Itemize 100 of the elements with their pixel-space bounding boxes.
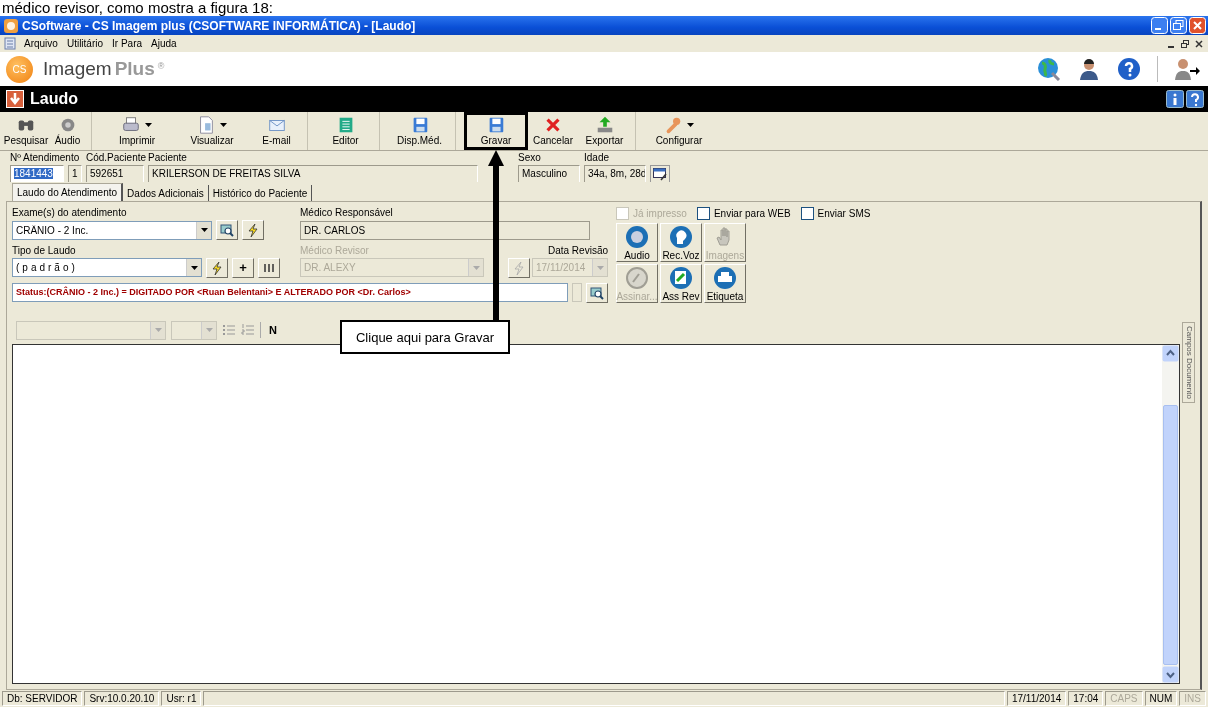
caret-icon <box>471 263 481 272</box>
columns-button[interactable] <box>258 257 280 278</box>
lightning-icon <box>512 260 526 275</box>
menu-item[interactable]: Ajuda <box>150 38 178 49</box>
magnifier-icon <box>590 285 604 300</box>
text-field[interactable]: 592651 <box>86 165 144 183</box>
caret-icon <box>199 226 209 234</box>
tab[interactable]: Laudo do Atendimento <box>12 183 124 201</box>
caret-icon <box>189 263 199 272</box>
caret-icon <box>204 326 214 334</box>
user-icon[interactable] <box>1077 57 1101 81</box>
toolbar-button[interactable]: Áudio <box>48 112 92 150</box>
search-monitor-button[interactable] <box>586 282 608 303</box>
lightning-icon <box>246 223 260 237</box>
field-label: Tipo de Laudo <box>12 244 77 257</box>
status-panel: NUM <box>1144 691 1178 706</box>
down-arrow-icon <box>6 90 24 108</box>
document-icon <box>4 37 16 50</box>
text-field[interactable]: DR. CARLOS <box>300 220 590 240</box>
close-button[interactable] <box>1194 38 1204 49</box>
action-button[interactable]: Ass Rev <box>660 264 702 303</box>
menu-item[interactable]: Ir Para <box>111 38 144 49</box>
printer-icon <box>713 265 737 290</box>
lightning-icon <box>210 260 224 275</box>
field-label: Cód.Paciente <box>86 152 147 164</box>
toolbar-button[interactable]: Configurar <box>644 112 714 150</box>
toolbar-button[interactable]: Pesquisar <box>4 112 48 150</box>
scroll-up-icon[interactable] <box>1162 345 1179 362</box>
globe-icon[interactable] <box>1037 57 1061 81</box>
text-field[interactable]: Masculino <box>518 165 580 183</box>
status-panel: Db: SERVIDOR <box>2 691 83 706</box>
calendar-icon <box>653 167 667 181</box>
field-label: Médico Revisor <box>300 244 370 257</box>
scroll-down-icon[interactable] <box>1162 666 1179 683</box>
caret-icon <box>144 121 153 129</box>
bold-button[interactable]: N <box>266 324 280 336</box>
toolbar-button[interactable]: Visualizar <box>174 112 250 150</box>
head-icon <box>669 224 693 249</box>
help-icon[interactable] <box>1117 57 1141 81</box>
search-monitor-button[interactable] <box>216 220 238 240</box>
status-panel: Usr: r1 <box>161 691 202 706</box>
toolbar-button[interactable]: Disp.Méd. <box>388 112 456 150</box>
toolbar-button[interactable]: Cancelar <box>528 112 578 150</box>
field-label: Nº Atendimento <box>10 152 80 164</box>
field-label: Médico Responsável <box>300 207 394 219</box>
toolbar-button[interactable]: Imprimir <box>100 112 174 150</box>
menu-item[interactable]: Arquivo <box>23 38 59 49</box>
callout: Clique aqui para Gravar <box>340 320 510 354</box>
status-panel: INS <box>1179 691 1206 706</box>
action-button[interactable]: Etiqueta <box>704 264 746 303</box>
text-field[interactable]: KRILERSON DE FREITAS SILVA <box>148 165 478 183</box>
text-field[interactable]: 34a, 8m, 28d <box>584 165 646 183</box>
pen-icon <box>669 265 693 290</box>
field-label: Data Revisão <box>546 244 608 257</box>
action-button[interactable]: Rec.Voz <box>660 223 702 262</box>
text-field[interactable]: 1 <box>68 165 82 183</box>
info-icon[interactable] <box>1166 90 1184 108</box>
caret-icon <box>219 121 228 129</box>
tab[interactable]: Dados Adicionais <box>123 185 209 201</box>
status-panel: Srv:10.0.20.10 <box>84 691 160 706</box>
action-button[interactable]: Audio <box>616 223 658 262</box>
status-panel: CAPS <box>1105 691 1143 706</box>
logo: CS <box>6 55 33 83</box>
caret-icon <box>595 263 605 272</box>
checkbox[interactable]: Enviar para WEB <box>696 207 791 220</box>
lightning-button[interactable] <box>242 220 264 240</box>
text-field[interactable]: 1841443 <box>10 165 64 183</box>
window-title: CSoftware - CS Imagem plus (CSOFTWARE INFORMÁTICA) - [Laudo] <box>22 18 417 33</box>
document-caption: médico revisor, como mostra a figura 18: <box>2 0 273 16</box>
disc-icon <box>625 224 649 249</box>
menu-item[interactable]: Utilitário <box>65 38 105 49</box>
scroll-thumb[interactable] <box>1163 405 1178 665</box>
caret-icon <box>686 121 695 129</box>
calendar-button[interactable] <box>650 165 670 183</box>
toolbar-button[interactable]: Exportar <box>578 112 636 150</box>
lightning-button[interactable] <box>508 257 530 278</box>
add-button[interactable]: + <box>232 257 254 278</box>
logout-icon[interactable] <box>1174 57 1200 81</box>
toolbar-button[interactable]: E-mail <box>250 112 308 150</box>
status-panel: 17:04 <box>1068 691 1104 706</box>
field-label: Idade <box>584 152 610 164</box>
registered-mark: ® <box>157 61 165 71</box>
checkbox[interactable]: Enviar SMS <box>800 207 871 220</box>
exam-dropdown[interactable]: CRÂNIO - 2 Inc. <box>12 220 212 240</box>
restore-button[interactable] <box>1180 38 1190 49</box>
tab[interactable]: Histórico do Paciente <box>208 185 313 201</box>
caret-icon <box>153 326 163 334</box>
brand-name: Imagem <box>43 58 112 80</box>
lightning-button[interactable] <box>206 257 228 278</box>
field-label: Exame(s) do atendimento <box>12 207 128 219</box>
brand-suffix: Plus <box>114 58 155 80</box>
seal-icon <box>625 265 649 290</box>
report-type-dropdown[interactable]: (padrão) <box>12 258 202 278</box>
field-label: Paciente <box>148 152 187 164</box>
help-icon[interactable] <box>1186 90 1204 108</box>
side-tab[interactable]: Campos Documento <box>1182 322 1195 403</box>
toolbar-button[interactable]: Editor <box>316 112 380 150</box>
status-text: Status:(CRÂNIO - 2 Inc.) = DIGITADO POR <Ruan Belentani> E ALTERADO POR <Dr. Carlos> <box>12 283 568 303</box>
scrollbar[interactable] <box>1162 345 1179 683</box>
form-title: Laudo <box>30 90 78 108</box>
